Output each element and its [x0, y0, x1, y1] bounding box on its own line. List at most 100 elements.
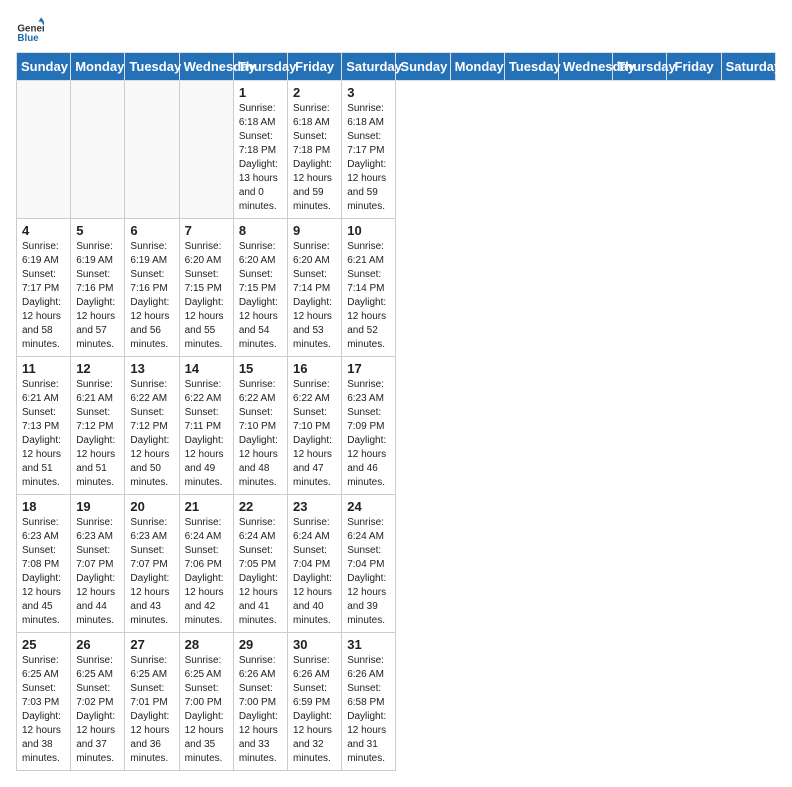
day-number: 10: [347, 223, 390, 238]
col-header-sunday: Sunday: [17, 53, 71, 81]
calendar-cell: 2Sunrise: 6:18 AM Sunset: 7:18 PM Daylig…: [288, 81, 342, 219]
col-header-tuesday: Tuesday: [504, 53, 558, 81]
day-info: Sunrise: 6:22 AM Sunset: 7:10 PM Dayligh…: [293, 378, 336, 490]
calendar-cell: 14 Sunrise: 6:22 AM Sunset: 7:11 PM Dayli…: [179, 357, 233, 495]
logo-icon: General Blue: [16, 16, 44, 44]
day-info: Sunrise: 6:23 AM Sunset: 7:07 PM Dayligh…: [76, 516, 119, 628]
day-info: Sunrise: 6:18 AM Sunset: 7:18 PM Dayligh…: [293, 102, 336, 214]
day-number: 4: [22, 223, 65, 238]
day-number: 22: [239, 499, 282, 514]
day-info: Sunrise: 6:25 AM Sunset: 7:03 PM Dayligh…: [22, 654, 65, 766]
day-number: 30: [293, 637, 336, 652]
week-row-1: 1 Sunrise: 6:18 AM Sunset: 7:18 PM Daylig…: [17, 81, 776, 219]
day-number: 7: [185, 223, 228, 238]
day-info: Sunrise: 6:22 AM Sunset: 7:12 PM Dayligh…: [130, 378, 173, 490]
week-row-5: 25 Sunrise: 6:25 AM Sunset: 7:03 PM Dayli…: [17, 633, 776, 771]
day-number: 11: [22, 361, 65, 376]
calendar-cell: 31 Sunrise: 6:26 AM Sunset: 6:58 PM Dayli…: [342, 633, 396, 771]
day-info: Sunrise: 6:19 AM Sunset: 7:16 PM Dayligh…: [130, 240, 173, 352]
calendar-cell: 25 Sunrise: 6:25 AM Sunset: 7:03 PM Dayli…: [17, 633, 71, 771]
day-number: 19: [76, 499, 119, 514]
calendar-cell: 5 Sunrise: 6:19 AM Sunset: 7:16 PM Daylig…: [71, 219, 125, 357]
calendar-cell: 16Sunrise: 6:22 AM Sunset: 7:10 PM Dayli…: [288, 357, 342, 495]
day-info: Sunrise: 6:19 AM Sunset: 7:16 PM Dayligh…: [76, 240, 119, 352]
day-number: 21: [185, 499, 228, 514]
col-header-saturday: Saturday: [342, 53, 396, 81]
day-number: 13: [130, 361, 173, 376]
week-row-2: 4 Sunrise: 6:19 AM Sunset: 7:17 PM Daylig…: [17, 219, 776, 357]
day-number: 29: [239, 637, 282, 652]
day-number: 23: [293, 499, 336, 514]
day-number: 14: [185, 361, 228, 376]
header-row: SundayMondayTuesdayWednesdayThursdayFrid…: [17, 53, 776, 81]
day-number: 27: [130, 637, 173, 652]
day-number: 1: [239, 85, 282, 100]
day-info: Sunrise: 6:25 AM Sunset: 7:00 PM Dayligh…: [185, 654, 228, 766]
day-number: 18: [22, 499, 65, 514]
calendar-cell: 15 Sunrise: 6:22 AM Sunset: 7:10 PM Dayli…: [233, 357, 287, 495]
day-info: Sunrise: 6:22 AM Sunset: 7:11 PM Dayligh…: [185, 378, 228, 490]
day-number: 9: [293, 223, 336, 238]
day-info: Sunrise: 6:19 AM Sunset: 7:17 PM Dayligh…: [22, 240, 65, 352]
calendar-cell: 7 Sunrise: 6:20 AM Sunset: 7:15 PM Daylig…: [179, 219, 233, 357]
col-header-monday: Monday: [450, 53, 504, 81]
day-info: Sunrise: 6:21 AM Sunset: 7:12 PM Dayligh…: [76, 378, 119, 490]
calendar-cell: [17, 81, 71, 219]
day-info: Sunrise: 6:26 AM Sunset: 6:58 PM Dayligh…: [347, 654, 390, 766]
day-info: Sunrise: 6:18 AM Sunset: 7:17 PM Dayligh…: [347, 102, 390, 214]
day-number: 17: [347, 361, 390, 376]
day-info: Sunrise: 6:25 AM Sunset: 7:02 PM Dayligh…: [76, 654, 119, 766]
calendar-cell: 4 Sunrise: 6:19 AM Sunset: 7:17 PM Daylig…: [17, 219, 71, 357]
day-info: Sunrise: 6:24 AM Sunset: 7:05 PM Dayligh…: [239, 516, 282, 628]
col-header-sunday: Sunday: [396, 53, 450, 81]
day-info: Sunrise: 6:23 AM Sunset: 7:08 PM Dayligh…: [22, 516, 65, 628]
day-info: Sunrise: 6:25 AM Sunset: 7:01 PM Dayligh…: [130, 654, 173, 766]
calendar-cell: 27 Sunrise: 6:25 AM Sunset: 7:01 PM Dayli…: [125, 633, 179, 771]
calendar-cell: 8Sunrise: 6:20 AM Sunset: 7:15 PM Daylig…: [233, 219, 287, 357]
day-number: 20: [130, 499, 173, 514]
day-number: 15: [239, 361, 282, 376]
day-number: 3: [347, 85, 390, 100]
day-info: Sunrise: 6:20 AM Sunset: 7:15 PM Dayligh…: [185, 240, 228, 352]
calendar-cell: [125, 81, 179, 219]
day-info: Sunrise: 6:23 AM Sunset: 7:07 PM Dayligh…: [130, 516, 173, 628]
calendar-cell: 1Sunrise: 6:18 AM Sunset: 7:18 PM Daylig…: [233, 81, 287, 219]
calendar-cell: [71, 81, 125, 219]
calendar-cell: 9 Sunrise: 6:20 AM Sunset: 7:14 PM Daylig…: [288, 219, 342, 357]
page-header: General Blue: [16, 16, 776, 44]
col-header-wednesday: Wednesday: [179, 53, 233, 81]
col-header-saturday: Saturday: [721, 53, 775, 81]
week-row-3: 11Sunrise: 6:21 AM Sunset: 7:13 PM Dayli…: [17, 357, 776, 495]
day-info: Sunrise: 6:24 AM Sunset: 7:04 PM Dayligh…: [347, 516, 390, 628]
calendar-cell: 10 Sunrise: 6:21 AM Sunset: 7:14 PM Dayli…: [342, 219, 396, 357]
calendar-cell: [179, 81, 233, 219]
day-info: Sunrise: 6:26 AM Sunset: 6:59 PM Dayligh…: [293, 654, 336, 766]
day-info: Sunrise: 6:23 AM Sunset: 7:09 PM Dayligh…: [347, 378, 390, 490]
col-header-monday: Monday: [71, 53, 125, 81]
day-info: Sunrise: 6:21 AM Sunset: 7:14 PM Dayligh…: [347, 240, 390, 352]
calendar-cell: 11Sunrise: 6:21 AM Sunset: 7:13 PM Dayli…: [17, 357, 71, 495]
col-header-wednesday: Wednesday: [559, 53, 613, 81]
calendar-cell: 13 Sunrise: 6:22 AM Sunset: 7:12 PM Dayli…: [125, 357, 179, 495]
day-number: 12: [76, 361, 119, 376]
calendar-cell: 26 Sunrise: 6:25 AM Sunset: 7:02 PM Dayli…: [71, 633, 125, 771]
day-number: 31: [347, 637, 390, 652]
day-info: Sunrise: 6:20 AM Sunset: 7:14 PM Dayligh…: [293, 240, 336, 352]
day-number: 24: [347, 499, 390, 514]
col-header-thursday: Thursday: [233, 53, 287, 81]
day-info: Sunrise: 6:24 AM Sunset: 7:04 PM Dayligh…: [293, 516, 336, 628]
day-info: Sunrise: 6:20 AM Sunset: 7:15 PM Dayligh…: [239, 240, 282, 352]
day-number: 25: [22, 637, 65, 652]
col-header-thursday: Thursday: [613, 53, 667, 81]
day-number: 26: [76, 637, 119, 652]
day-info: Sunrise: 6:22 AM Sunset: 7:10 PM Dayligh…: [239, 378, 282, 490]
calendar-cell: 3 Sunrise: 6:18 AM Sunset: 7:17 PM Daylig…: [342, 81, 396, 219]
calendar-cell: 30 Sunrise: 6:26 AM Sunset: 6:59 PM Dayli…: [288, 633, 342, 771]
logo: General Blue: [16, 16, 48, 44]
day-info: Sunrise: 6:24 AM Sunset: 7:06 PM Dayligh…: [185, 516, 228, 628]
col-header-friday: Friday: [288, 53, 342, 81]
calendar-cell: 12 Sunrise: 6:21 AM Sunset: 7:12 PM Dayli…: [71, 357, 125, 495]
calendar-cell: 6Sunrise: 6:19 AM Sunset: 7:16 PM Daylig…: [125, 219, 179, 357]
day-number: 5: [76, 223, 119, 238]
col-header-tuesday: Tuesday: [125, 53, 179, 81]
